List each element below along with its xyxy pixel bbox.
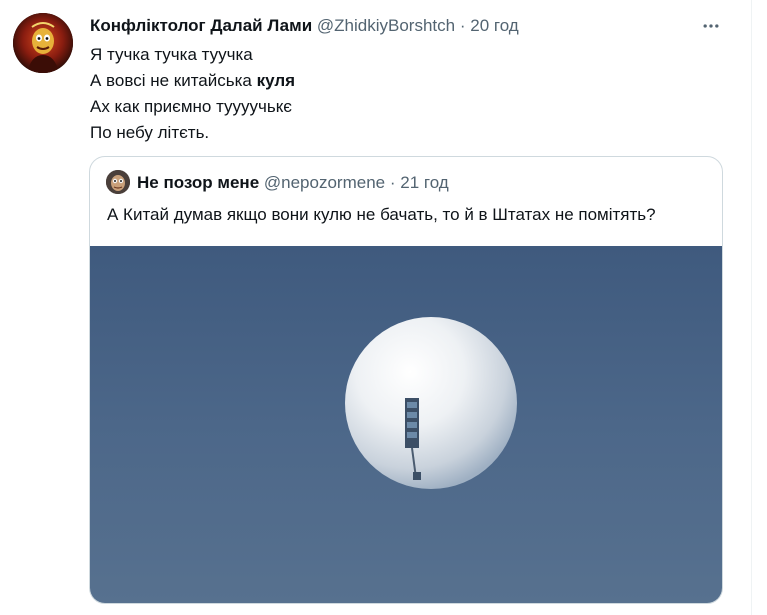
quoted-text: А Китай думав якщо вони кулю не бачать, … (107, 205, 656, 224)
tweet-line: А вовсі не китайська куля (90, 68, 295, 94)
tweet-header: Конфліктолог Далай Лами @ZhidkiyBorshtch… (90, 15, 727, 37)
quoted-avatar-image (106, 170, 130, 194)
more-horizontal-icon (703, 24, 719, 28)
tweet-line-bold: куля (256, 71, 296, 90)
more-options-button[interactable] (697, 12, 725, 40)
tweet-line: Ах как приємно туууучькє (90, 97, 292, 116)
author-name[interactable]: Конфліктолог Далай Лами (90, 16, 312, 35)
header-separator: · (459, 16, 466, 35)
quoted-photo[interactable] (90, 246, 722, 603)
tweet-line: Я тучка тучка туучка (90, 45, 253, 64)
quoted-time[interactable]: 21 год (400, 173, 448, 192)
author-handle[interactable]: @ZhidkiyBorshtch (317, 16, 455, 35)
tweet-text: Я тучка тучка туучка А вовсі не китайськ… (90, 42, 295, 146)
avatar-image (13, 13, 73, 73)
quoted-author-name[interactable]: Не позор мене (137, 173, 259, 192)
quoted-tweet[interactable]: Не позор мене @nepozormene · 21 год А Ки… (89, 156, 723, 604)
quoted-header-separator: · (389, 173, 396, 192)
quoted-author-handle[interactable]: @nepozormene (264, 173, 385, 192)
quoted-header: Не позор мене @nepozormene · 21 год (137, 172, 449, 194)
author-avatar[interactable] (13, 13, 73, 73)
tweet-time[interactable]: 20 год (470, 16, 518, 35)
timeline-divider (751, 0, 752, 615)
tweet-line: По небу літєть. (90, 123, 210, 142)
quoted-author-avatar[interactable] (106, 170, 130, 194)
tweet-line-text: А вовсі не китайська (90, 71, 257, 90)
balloon-photo (90, 246, 722, 603)
